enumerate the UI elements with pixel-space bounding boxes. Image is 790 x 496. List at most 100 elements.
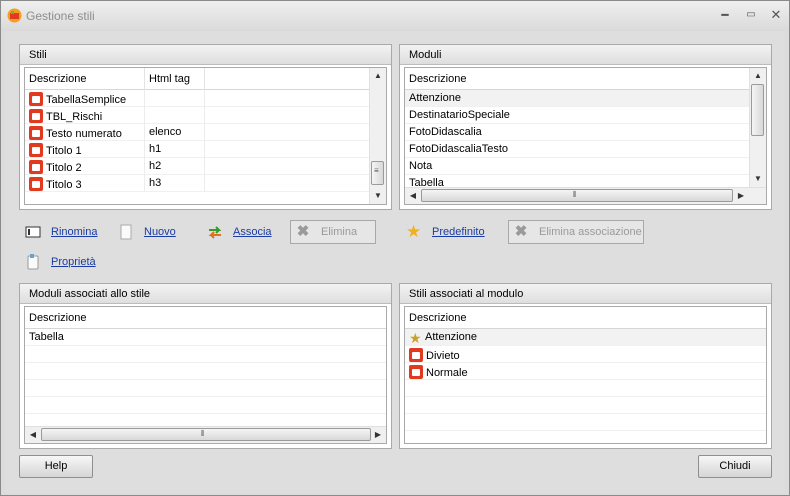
nuovo-link[interactable]: Nuovo [144, 226, 176, 238]
table-row[interactable]: TabellaSemplice [25, 90, 372, 107]
table-row [25, 192, 372, 204]
window-title: Gestione stili [26, 9, 95, 23]
elimina-button[interactable]: ✖ Elimina [290, 220, 376, 244]
table-row[interactable]: Divieto [405, 346, 766, 363]
table-row[interactable]: Normale [405, 363, 766, 380]
scroll-up-icon[interactable]: ▲ [750, 68, 766, 84]
properties-icon [27, 254, 39, 270]
cell-descrizione: Titolo 1 [25, 141, 145, 158]
scroll-left-icon[interactable]: ◀ [25, 427, 41, 443]
scroll-right-icon[interactable]: ▶ [733, 188, 749, 204]
style-icon [29, 177, 43, 191]
table-row[interactable]: FotoDidascaliaTesto [405, 141, 752, 158]
cell-descrizione: TabellaSemplice [25, 90, 145, 107]
table-row [405, 380, 766, 397]
title-bar: Gestione stili ━ ▭ ✕ [1, 1, 789, 31]
scroll-left-icon[interactable]: ◀ [405, 188, 421, 204]
cell-html-tag [145, 107, 205, 124]
proprieta-link[interactable]: Proprietà [51, 256, 96, 268]
stili-vertical-scrollbar[interactable]: ▲ ≡ ▼ [369, 68, 386, 204]
table-row[interactable]: TBL_Rischi [25, 107, 372, 124]
cell-descrizione: Nota [409, 160, 433, 172]
moduli-associati-grid-header: Descrizione [25, 307, 386, 329]
style-name: Titolo 1 [46, 145, 82, 157]
default-style-icon: ★ [409, 330, 422, 346]
cell-html-tag [145, 90, 205, 107]
scroll-thumb[interactable] [421, 189, 733, 202]
rename-icon [25, 226, 41, 238]
associa-action[interactable]: Associa [207, 222, 272, 242]
cell-html-tag: h1 [145, 141, 205, 158]
gestione-stili-window: Gestione stili ━ ▭ ✕ Stili Descrizione H… [0, 0, 790, 496]
table-row[interactable]: DestinatarioSpeciale [405, 107, 752, 124]
style-name: Titolo 2 [46, 162, 82, 174]
help-button[interactable]: Help [19, 455, 93, 478]
style-icon [29, 92, 43, 106]
predefinito-link[interactable]: Predefinito [432, 226, 485, 238]
cell-html-tag: elenco [145, 124, 205, 141]
maximize-icon[interactable]: ▭ [743, 7, 759, 23]
associa-link[interactable]: Associa [233, 226, 272, 238]
column-header-descrizione[interactable]: Descrizione [405, 68, 752, 90]
moduli-grid[interactable]: Descrizione Attenzione DestinatarioSpecia… [404, 67, 767, 205]
cell-descrizione: Attenzione [409, 92, 461, 104]
chiudi-button[interactable]: Chiudi [698, 455, 772, 478]
moduli-associati-horizontal-scrollbar[interactable]: ◀ ⦀ ▶ [25, 426, 386, 443]
stili-grid[interactable]: Descrizione Html tag TabellaSemplice TBL_… [24, 67, 387, 205]
table-row [405, 414, 766, 431]
scroll-down-icon[interactable]: ▼ [370, 188, 386, 204]
cell-descrizione: Titolo 3 [25, 175, 145, 192]
scroll-up-icon[interactable]: ▲ [370, 68, 386, 84]
grip-icon: ⦀ [573, 190, 577, 199]
column-header-descrizione[interactable]: Descrizione [25, 307, 386, 329]
style-name: Normale [426, 367, 468, 379]
minimize-icon[interactable]: ━ [717, 7, 733, 23]
table-row[interactable]: Tabella [25, 329, 386, 346]
moduli-panel: Moduli Descrizione Attenzione Destinatari… [399, 44, 772, 210]
column-header-descrizione[interactable]: Descrizione [405, 307, 766, 329]
style-icon [29, 160, 43, 174]
cell-descrizione: Normale [405, 363, 766, 380]
rinomina-action[interactable]: Rinomina [25, 222, 97, 242]
table-row[interactable]: Attenzione [405, 90, 752, 107]
table-row[interactable]: Titolo 1 h1 [25, 141, 372, 158]
cell-descrizione: ★ Attenzione [405, 329, 766, 346]
stili-associati-header: Stili associati al modulo [400, 284, 771, 304]
close-icon[interactable]: ✕ [768, 7, 784, 23]
table-row[interactable]: ★ Attenzione [405, 329, 766, 346]
predefinito-action[interactable]: ★ Predefinito [406, 222, 485, 242]
table-row[interactable]: Nota [405, 158, 752, 175]
cell-descrizione: TBL_Rischi [25, 107, 145, 124]
cell-descrizione: FotoDidascalia [409, 126, 482, 138]
proprieta-action[interactable]: Proprietà [25, 252, 96, 272]
elimina-associazione-button[interactable]: ✖ Elimina associazione [508, 220, 644, 244]
moduli-horizontal-scrollbar[interactable]: ◀ ⦀ ▶ [405, 187, 766, 204]
style-icon [29, 143, 43, 157]
cell-descrizione: Testo numerato [25, 124, 145, 141]
table-row[interactable]: Testo numerato elenco [25, 124, 372, 141]
scroll-thumb[interactable] [751, 84, 764, 136]
moduli-associati-grid[interactable]: Descrizione Tabella ◀ ⦀ ▶ [24, 306, 387, 444]
style-name: TabellaSemplice [46, 94, 127, 106]
table-row[interactable]: Titolo 2 h2 [25, 158, 372, 175]
moduli-vertical-scrollbar[interactable]: ▲ ▼ [749, 68, 766, 187]
style-name: Titolo 3 [46, 179, 82, 191]
stili-associati-grid[interactable]: Descrizione ★ Attenzione Divieto Normale [404, 306, 767, 444]
style-name: Divieto [426, 350, 460, 362]
rinomina-link[interactable]: Rinomina [51, 226, 97, 238]
table-row [405, 431, 766, 443]
stili-associati-grid-header: Descrizione [405, 307, 766, 329]
column-header-descrizione[interactable]: Descrizione [25, 68, 145, 90]
cell-html-tag: h2 [145, 158, 205, 175]
scroll-thumb[interactable] [41, 428, 371, 441]
delete-x-icon: ✖ [514, 223, 528, 240]
stili-grid-header: Descrizione Html tag [25, 68, 386, 90]
scroll-down-icon[interactable]: ▼ [750, 171, 766, 187]
cell-html-tag: h3 [145, 175, 205, 192]
table-row[interactable]: Titolo 3 h3 [25, 175, 372, 192]
nuovo-action[interactable]: Nuovo [118, 222, 176, 242]
column-header-html-tag[interactable]: Html tag [145, 68, 205, 90]
moduli-grid-header: Descrizione [405, 68, 766, 90]
scroll-right-icon[interactable]: ▶ [370, 427, 386, 443]
table-row[interactable]: FotoDidascalia [405, 124, 752, 141]
